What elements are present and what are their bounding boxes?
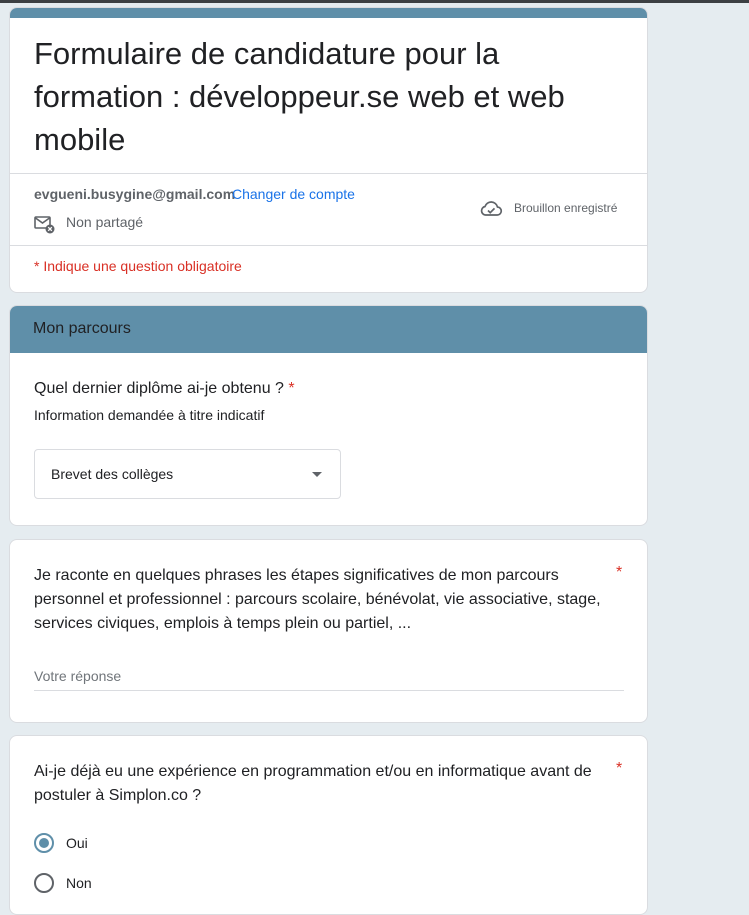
question-text: Je raconte en quelques phrases les étape… [34,567,601,632]
cloud-done-icon [480,201,503,216]
mail-not-shared-icon [34,216,55,234]
radio-label: Non [66,875,92,891]
diploma-dropdown[interactable]: Brevet des collèges [34,449,341,499]
question-title: Quel dernier diplôme ai-je obtenu ? * [34,380,295,398]
radio-button[interactable] [34,833,54,853]
account-email: evgueni.busygine@gmail.com [34,186,236,202]
share-status: Non partagé [66,214,144,230]
draft-status: Brouillon enregistré [514,201,618,215]
divider [10,245,647,246]
radio-label: Oui [66,835,88,851]
browser-top-border [0,0,749,3]
question-card: Je raconte en quelques phrases les étape… [9,539,648,723]
header-accent-bar [10,8,647,18]
question-card: Ai-je déjà eu une expérience en programm… [9,735,648,915]
section-card: Mon parcours Quel dernier diplôme ai-je … [9,305,648,526]
section-header: Mon parcours [10,306,647,353]
section-title: Mon parcours [33,320,131,337]
switch-account-link[interactable]: Changer de compte [232,186,355,202]
dropdown-arrow-icon [312,472,322,477]
question-text: Ai-je déjà eu une expérience en programm… [34,763,592,804]
required-star: * [288,380,295,397]
question-text: Quel dernier diplôme ai-je obtenu ? [34,380,284,397]
required-star: * [616,760,623,777]
radio-button[interactable] [34,873,54,893]
form-title: Formulaire de candidature pour la format… [34,36,565,157]
question-description: Information demandée à titre indicatif [34,407,265,423]
answer-underline [34,690,624,691]
required-note: * Indique une question obligatoire [34,258,242,274]
required-star: * [616,564,623,581]
form-header-card: Formulaire de candidature pour la format… [9,7,648,293]
divider [10,173,647,174]
answer-input[interactable]: Votre réponse [34,668,121,684]
dropdown-selected-value: Brevet des collèges [51,466,174,482]
